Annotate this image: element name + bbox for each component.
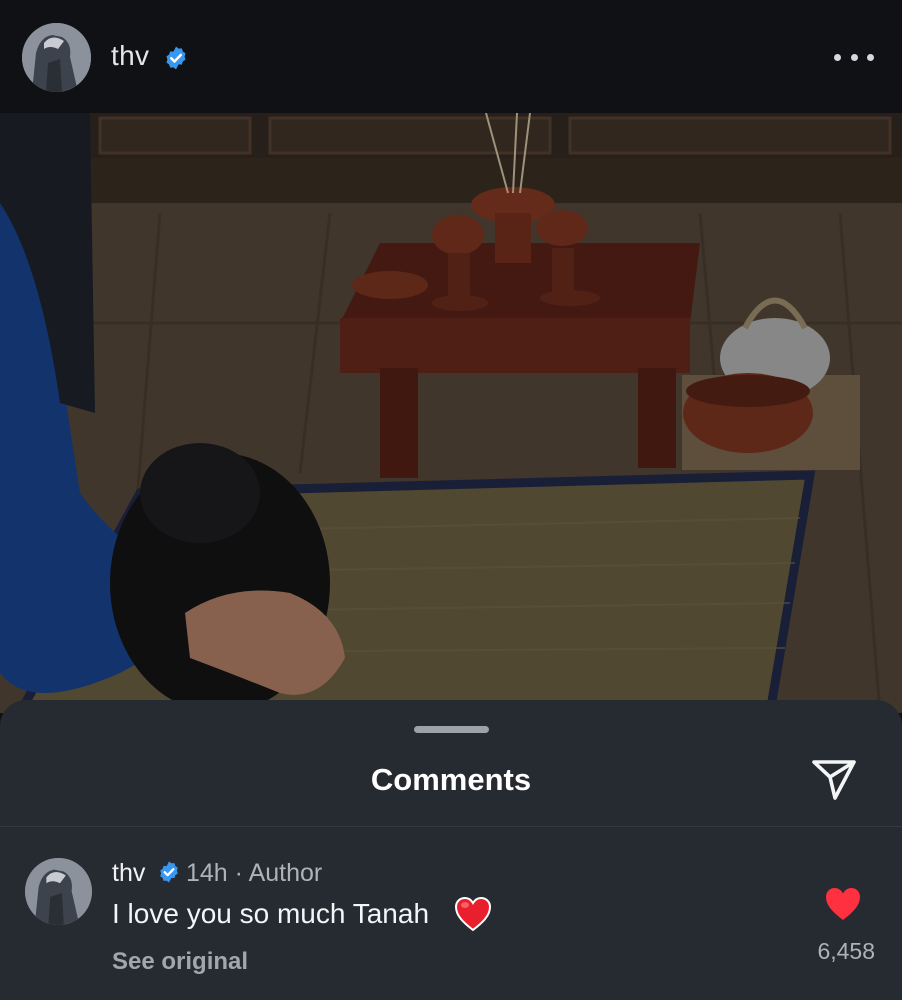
red-heart-emoji-icon	[454, 896, 492, 932]
comment-time: 14h	[186, 859, 228, 887]
comment-meta: 14h · Author	[186, 859, 322, 888]
sheet-title: Comments	[370, 762, 532, 797]
comment-role: Author	[248, 859, 323, 887]
like-heart-icon[interactable]	[823, 886, 863, 922]
avatar-image	[22, 23, 91, 92]
sheet-drag-handle[interactable]	[414, 726, 489, 733]
comment-username[interactable]: thv	[112, 859, 145, 888]
sheet-divider	[0, 826, 902, 827]
comment-text: I love you so much Tanah	[112, 898, 430, 929]
more-options-button[interactable]	[834, 44, 874, 70]
more-dot-icon	[850, 53, 858, 61]
see-original-link[interactable]: See original	[112, 948, 248, 976]
post-media[interactable]	[0, 113, 902, 713]
more-dot-icon	[867, 53, 874, 61]
like-count: 6,458	[817, 938, 875, 964]
meta-separator: ·	[234, 859, 243, 887]
send-icon[interactable]	[810, 757, 858, 803]
comment-avatar[interactable]	[25, 858, 92, 925]
video-frame	[0, 113, 902, 713]
comments-sheet: Comments thv 14h · Author I love you so …	[0, 700, 902, 1000]
post-header: thv	[0, 0, 902, 113]
avatar-image	[25, 858, 92, 925]
verified-badge-icon	[160, 861, 178, 883]
verified-badge-icon	[166, 46, 186, 70]
profile-avatar[interactable]	[22, 23, 91, 92]
more-dot-icon	[834, 53, 841, 61]
post-username[interactable]: thv	[111, 40, 149, 72]
